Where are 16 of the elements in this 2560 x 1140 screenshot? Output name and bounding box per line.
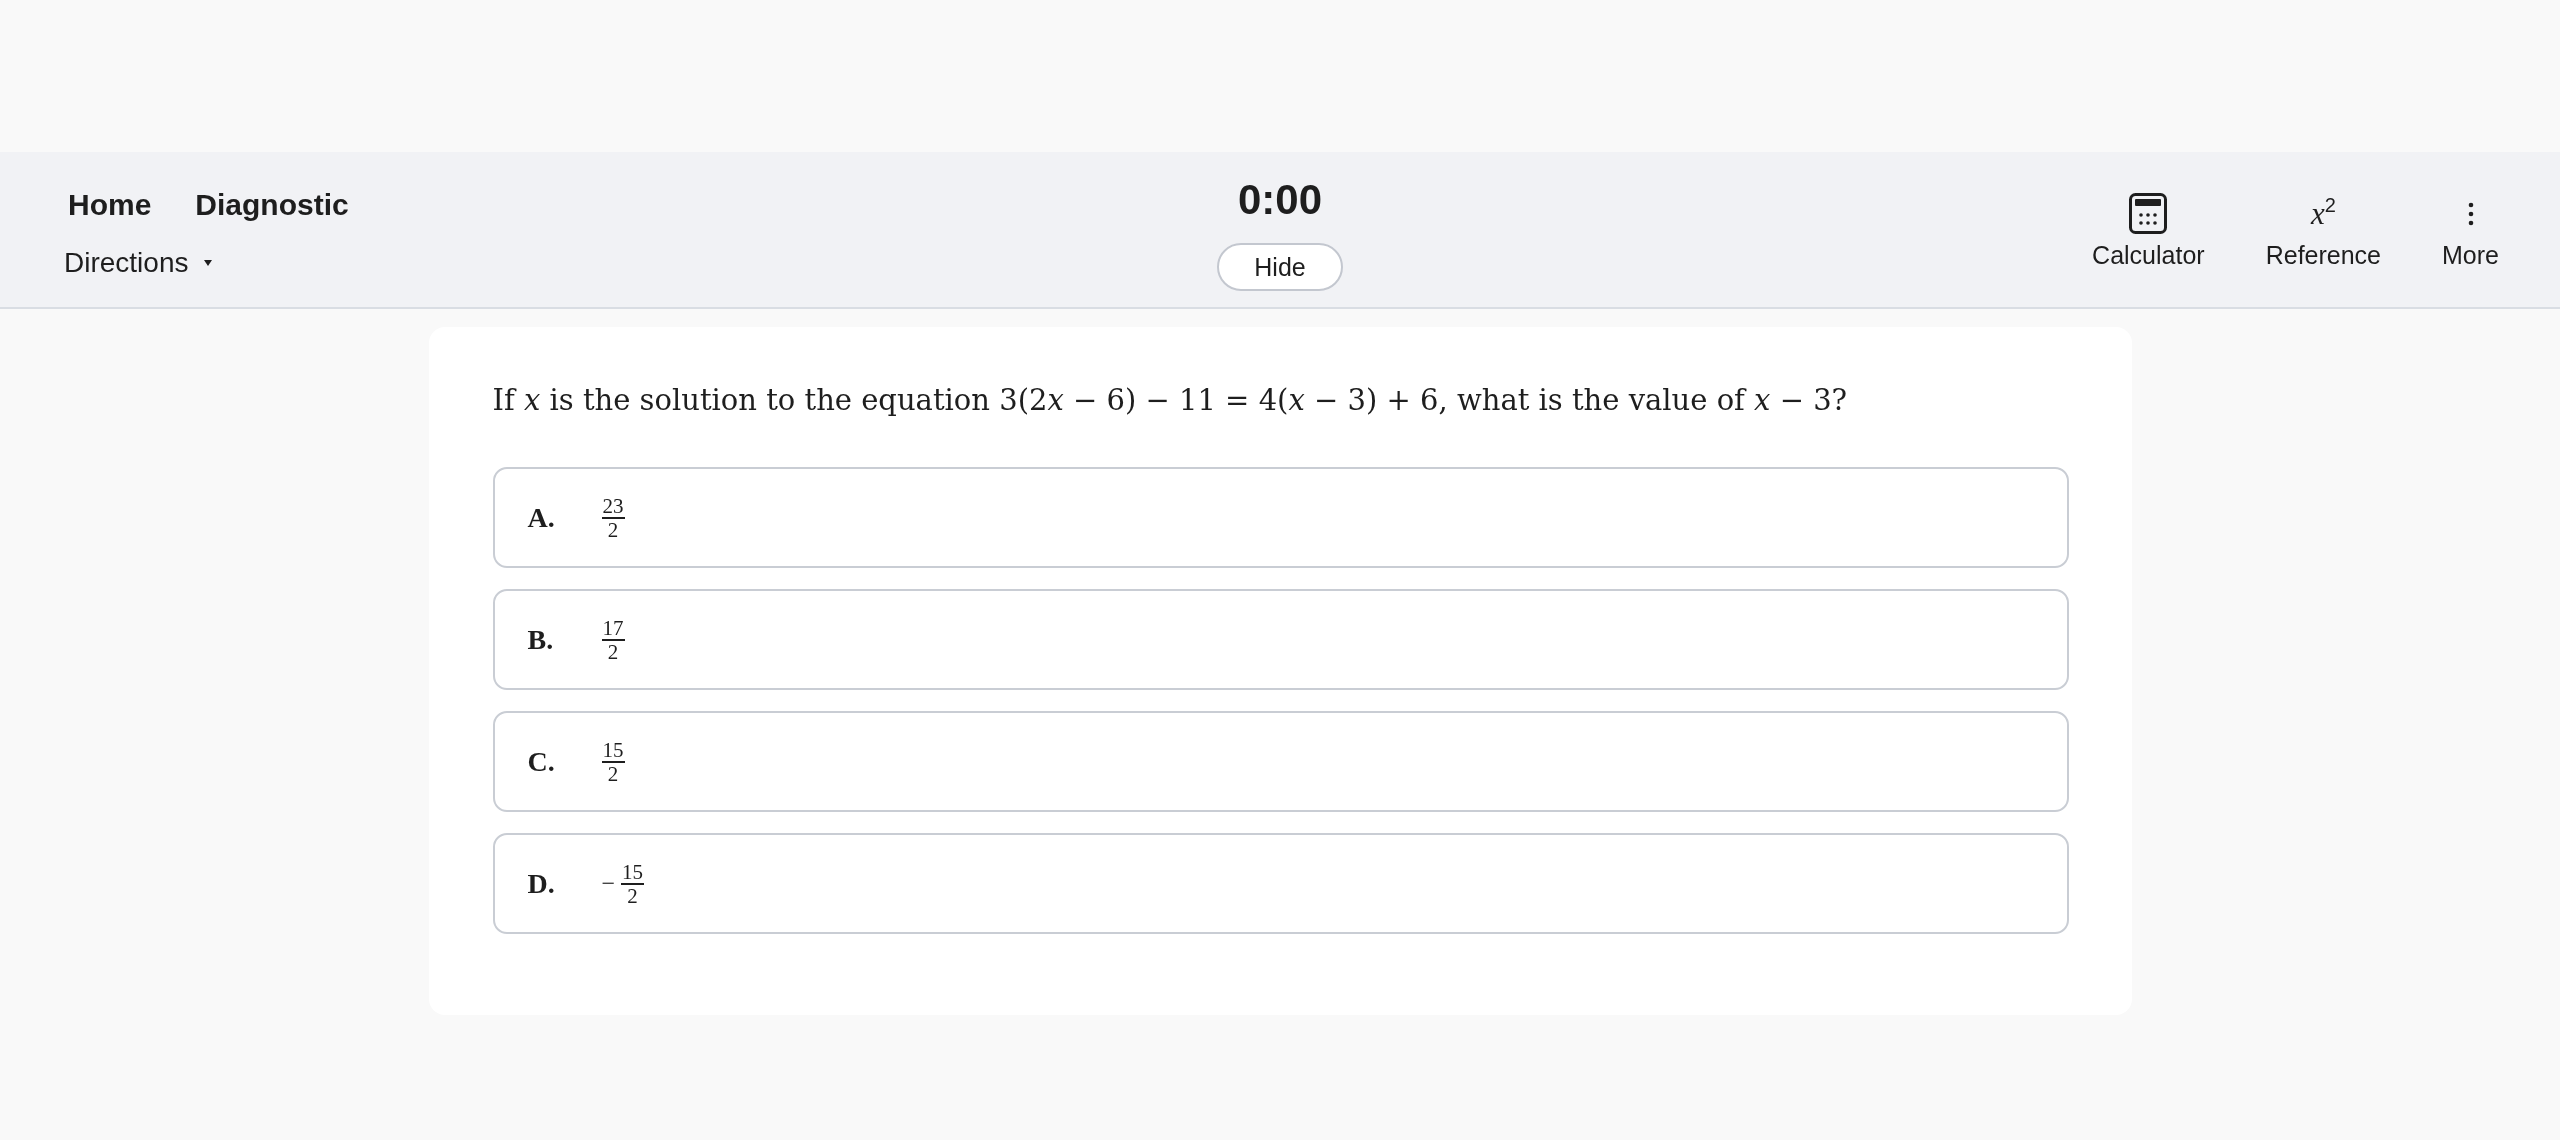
answer-option[interactable]: B. 17 2	[492, 589, 2069, 690]
caret-icon	[204, 260, 213, 266]
home-link[interactable]: Home	[68, 185, 152, 225]
section-title: Diagnostic	[195, 187, 349, 223]
reference-button[interactable]: x$^{2}$ Reference	[2265, 193, 2382, 270]
more-button[interactable]: More	[2442, 193, 2499, 270]
directions-button[interactable]: Directions	[64, 245, 213, 281]
timer-text: 0:00	[1237, 175, 1323, 225]
answer-option[interactable]: C. 15 2	[492, 711, 2069, 812]
vertical-ellipsis-icon	[2467, 201, 2474, 226]
x-squared-icon: x$^{2}$	[2310, 196, 2336, 231]
calculator-icon	[2129, 193, 2168, 234]
hide-button[interactable]: Hide	[1217, 243, 1343, 291]
question-text: If x is the solution to the equation 3(2x − 6) − 11 = 4(x − 3) + 6, what is the value of x − 3?	[492, 382, 1849, 419]
calculator-button[interactable]: Calculator	[2092, 193, 2205, 270]
answer-option[interactable]: A. 23 2	[492, 467, 2069, 568]
